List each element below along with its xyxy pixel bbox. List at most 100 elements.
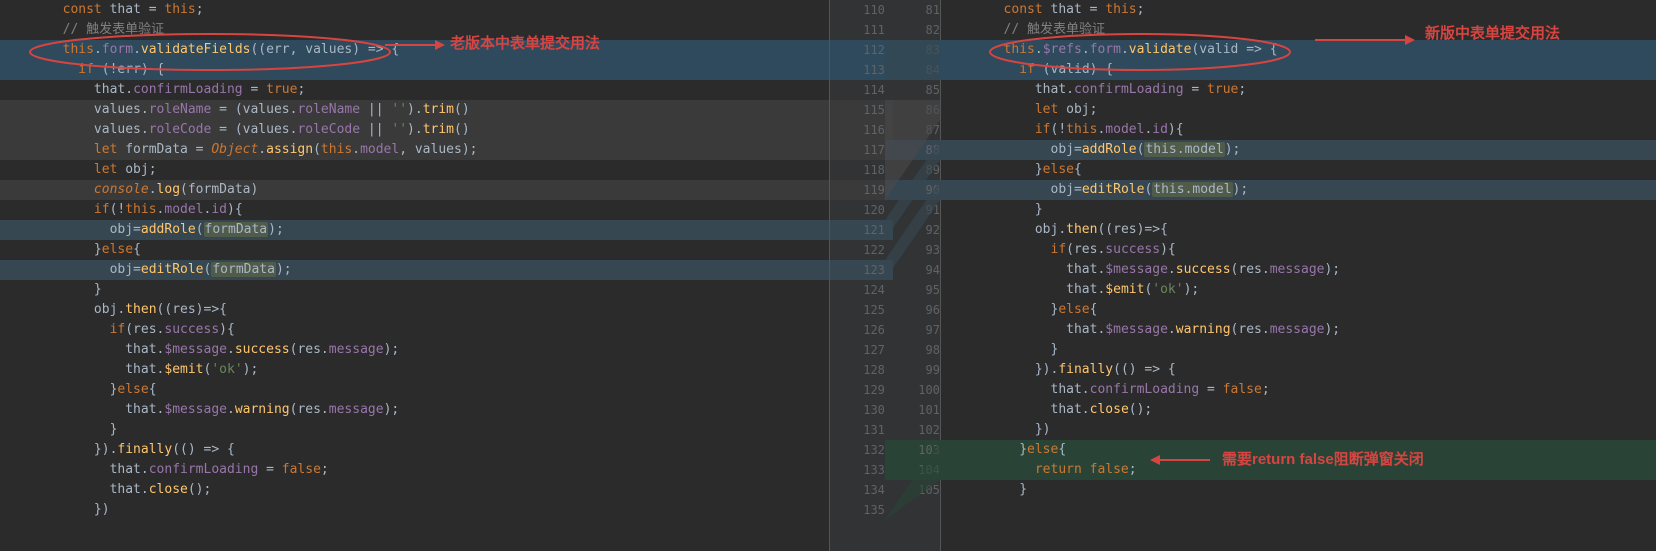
code-line[interactable]: that.$message.success(res.message);	[0, 340, 829, 360]
code-line[interactable]: obj=addRole(formData);	[0, 220, 829, 240]
code-text: that.$message.success(res.message);	[0, 340, 399, 360]
code-text: that.$emit('ok');	[0, 360, 258, 380]
code-line[interactable]: that.$message.warning(res.message);	[941, 320, 1656, 340]
code-line[interactable]: if (valid) {	[941, 60, 1656, 80]
code-text: that.$message.warning(res.message);	[941, 320, 1340, 340]
code-text: }	[941, 200, 1043, 220]
code-text: obj=editRole(this.model);	[941, 180, 1248, 200]
code-line[interactable]: }).finally(() => {	[941, 360, 1656, 380]
diff-ribbons	[830, 0, 940, 551]
code-text: values.roleCode = (values.roleCode || ''…	[0, 120, 470, 140]
code-text: // 触发表单验证	[941, 20, 1105, 40]
code-line[interactable]: }	[0, 420, 829, 440]
code-text: if(res.success){	[0, 320, 235, 340]
code-line[interactable]: values.roleCode = (values.roleCode || ''…	[0, 120, 829, 140]
code-line[interactable]: this.form.validateFields((err, values) =…	[0, 40, 829, 60]
code-line[interactable]: that.$emit('ok');	[941, 280, 1656, 300]
code-line[interactable]: let formData = Object.assign(this.model,…	[0, 140, 829, 160]
code-line[interactable]: obj.then((res)=>{	[941, 220, 1656, 240]
code-text: if (valid) {	[941, 60, 1113, 80]
code-text: that.confirmLoading = true;	[0, 80, 305, 100]
code-text: obj=editRole(formData);	[0, 260, 292, 280]
code-line[interactable]: }	[941, 200, 1656, 220]
code-line[interactable]: that.$message.warning(res.message);	[0, 400, 829, 420]
code-line[interactable]: }	[941, 480, 1656, 500]
code-text: that.confirmLoading = false;	[0, 460, 329, 480]
code-line[interactable]: that.$emit('ok');	[0, 360, 829, 380]
code-line[interactable]: obj=editRole(this.model);	[941, 180, 1656, 200]
code-line[interactable]: that.$message.success(res.message);	[941, 260, 1656, 280]
code-line[interactable]: // 触发表单验证	[941, 20, 1656, 40]
code-text: }else{	[0, 240, 141, 260]
code-line[interactable]: that.confirmLoading = false;	[941, 380, 1656, 400]
code-text: obj=addRole(this.model);	[941, 140, 1240, 160]
code-line[interactable]: that.close();	[941, 400, 1656, 420]
code-text: let obj;	[941, 100, 1098, 120]
code-line[interactable]: if(res.success){	[0, 320, 829, 340]
code-text: obj.then((res)=>{	[0, 300, 227, 320]
code-text: that.close();	[0, 480, 211, 500]
code-text: if(!this.model.id){	[941, 120, 1184, 140]
code-text: }	[941, 340, 1058, 360]
code-text: }	[941, 480, 1027, 500]
code-line[interactable]: })	[0, 500, 829, 520]
code-line[interactable]: })	[941, 420, 1656, 440]
right-code-pane[interactable]: const that = this; // 触发表单验证 this.$refs.…	[941, 0, 1656, 551]
code-line[interactable]: }else{	[0, 240, 829, 260]
code-line[interactable]: }	[941, 340, 1656, 360]
code-line[interactable]: that.confirmLoading = true;	[941, 80, 1656, 100]
code-line[interactable]: let obj;	[0, 160, 829, 180]
diff-view: const that = this; // 触发表单验证 this.form.v…	[0, 0, 1656, 551]
code-text: this.form.validateFields((err, values) =…	[0, 40, 399, 60]
code-text: }).finally(() => {	[941, 360, 1176, 380]
code-text: that.$message.success(res.message);	[941, 260, 1340, 280]
code-text: }else{	[941, 440, 1066, 460]
code-text: that.confirmLoading = true;	[941, 80, 1246, 100]
code-line[interactable]: that.confirmLoading = true;	[0, 80, 829, 100]
code-line[interactable]: that.close();	[0, 480, 829, 500]
code-line[interactable]: if(!this.model.id){	[941, 120, 1656, 140]
code-text: }else{	[0, 380, 157, 400]
code-text: that.$emit('ok');	[941, 280, 1199, 300]
code-line[interactable]: console.log(formData)	[0, 180, 829, 200]
code-line[interactable]: let obj;	[941, 100, 1656, 120]
code-line[interactable]	[941, 500, 1656, 520]
code-line[interactable]: }else{	[941, 300, 1656, 320]
code-line[interactable]: if(!this.model.id){	[0, 200, 829, 220]
code-line[interactable]: if (!err) {	[0, 60, 829, 80]
code-text: if (!err) {	[0, 60, 164, 80]
code-text: const that = this;	[941, 0, 1145, 20]
code-line[interactable]: }else{	[941, 440, 1656, 460]
code-text: let obj;	[0, 160, 157, 180]
code-text: }	[0, 280, 102, 300]
code-text: obj=addRole(formData);	[0, 220, 284, 240]
code-line[interactable]: that.confirmLoading = false;	[0, 460, 829, 480]
code-line[interactable]: }else{	[0, 380, 829, 400]
code-line[interactable]: obj.then((res)=>{	[0, 300, 829, 320]
code-text: }	[0, 420, 117, 440]
code-text: that.close();	[941, 400, 1152, 420]
code-text: that.$message.warning(res.message);	[0, 400, 399, 420]
code-text: if(!this.model.id){	[0, 200, 243, 220]
code-line[interactable]: // 触发表单验证	[0, 20, 829, 40]
code-line[interactable]: const that = this;	[941, 0, 1656, 20]
code-line[interactable]: }).finally(() => {	[0, 440, 829, 460]
code-text: }else{	[941, 160, 1082, 180]
code-text: if(res.success){	[941, 240, 1176, 260]
code-text: values.roleName = (values.roleName || ''…	[0, 100, 470, 120]
code-text: })	[941, 420, 1051, 440]
code-line[interactable]: if(res.success){	[941, 240, 1656, 260]
code-line[interactable]: obj=addRole(this.model);	[941, 140, 1656, 160]
code-line[interactable]: values.roleName = (values.roleName || ''…	[0, 100, 829, 120]
code-line[interactable]: const that = this;	[0, 0, 829, 20]
code-line[interactable]: return false;	[941, 460, 1656, 480]
left-code-pane[interactable]: const that = this; // 触发表单验证 this.form.v…	[0, 0, 829, 551]
code-line[interactable]: }else{	[941, 160, 1656, 180]
code-text: // 触发表单验证	[0, 20, 164, 40]
code-line[interactable]: this.$refs.form.validate(valid => {	[941, 40, 1656, 60]
code-line[interactable]: obj=editRole(formData);	[0, 260, 829, 280]
code-line[interactable]: }	[0, 280, 829, 300]
code-text: const that = this;	[0, 0, 204, 20]
code-text: console.log(formData)	[0, 180, 258, 200]
code-text: let formData = Object.assign(this.model,…	[0, 140, 477, 160]
